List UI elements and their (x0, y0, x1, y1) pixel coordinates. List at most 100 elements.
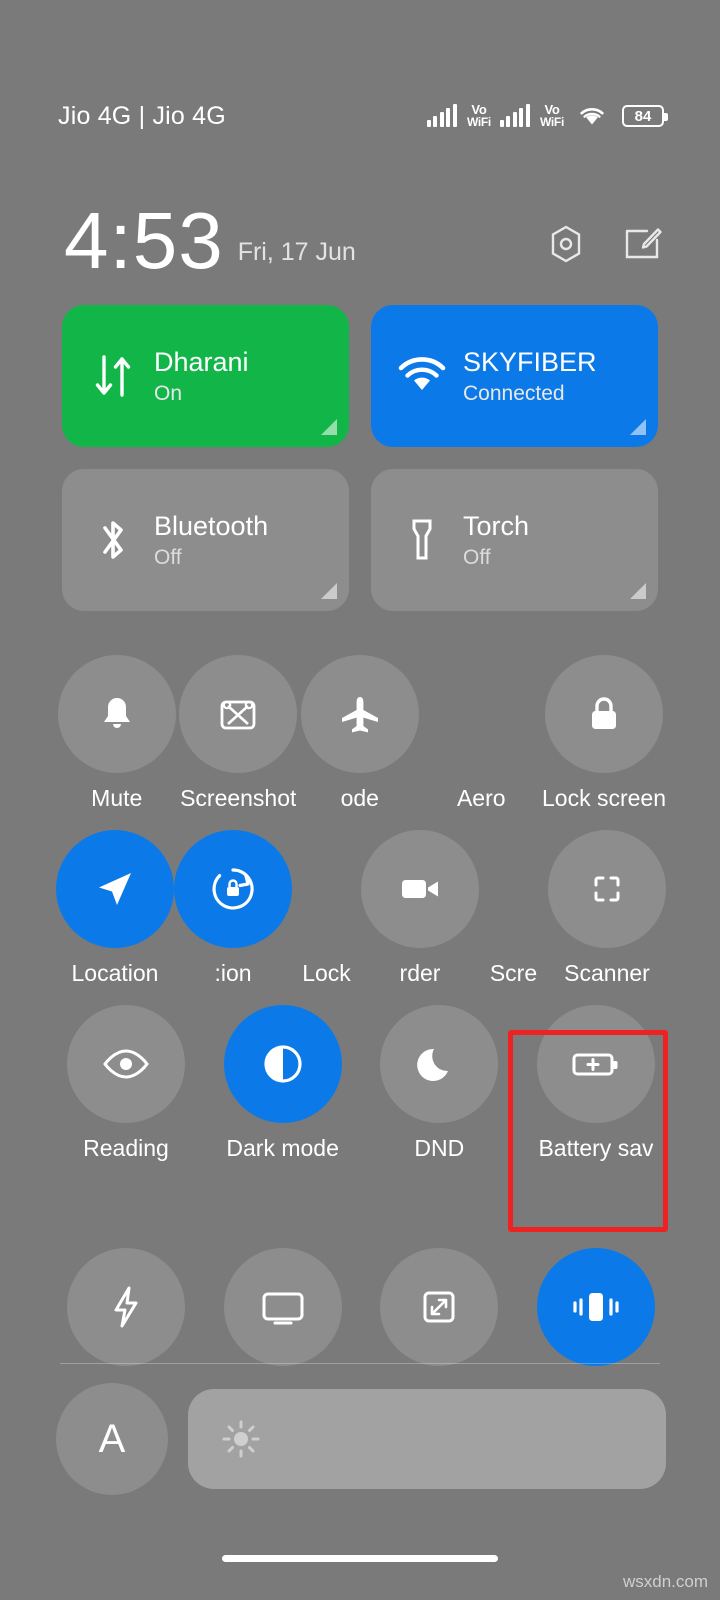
tile-title: SKYFIBER (463, 347, 597, 378)
volte-icon: Vo WiFi (466, 103, 491, 129)
toggle-label: ode (340, 785, 379, 811)
tile-subtitle: Off (463, 545, 491, 569)
toggle-label: Lock screen (542, 785, 667, 811)
clock-date: Fri, 17 Jun (237, 238, 356, 266)
toggle-label: Aero (456, 785, 506, 811)
toggle-partial-label-aero: Aero (421, 655, 543, 812)
auto-brightness-label: A (98, 1416, 126, 1461)
toggle-mute[interactable]: Mute (56, 655, 178, 812)
status-bar: Jio 4G | Jio 4G Vo WiFi Vo WiFi 84 (0, 96, 720, 136)
flashlight-icon (393, 514, 451, 566)
toggle-resize[interactable] (369, 1248, 509, 1366)
toggle-label: Dark mode (226, 1135, 339, 1161)
volte-bottom-label: WiFi (466, 115, 491, 129)
eye-icon (67, 1005, 185, 1123)
toggle-lock-screen[interactable]: Lock screen (542, 655, 666, 812)
toggle-lightning[interactable] (56, 1248, 196, 1366)
tile-subtitle: Off (154, 545, 182, 569)
toggle-screen-recorder[interactable]: rder (361, 830, 479, 987)
battery-plus-icon (536, 1005, 655, 1123)
sun-icon (220, 1418, 262, 1460)
wifi-icon (577, 105, 607, 127)
toggle-label: DND (414, 1135, 465, 1161)
tile-mobile-data[interactable]: Dharani On (62, 305, 349, 447)
toggle-row-secondary (56, 1248, 666, 1366)
lightning-icon (67, 1248, 185, 1366)
location-arrow-icon (56, 830, 174, 948)
toggle-label: Battery sav (538, 1135, 654, 1161)
tile-wifi[interactable]: SKYFIBER Connected (371, 305, 658, 447)
toggle-location[interactable]: Location (56, 830, 174, 987)
battery-percent-label: 84 (634, 107, 652, 125)
scan-frame-icon (548, 830, 666, 948)
toggle-label: Scre (489, 960, 538, 986)
lock-icon (545, 655, 663, 773)
big-tiles-group: Dharani On SKYFIBER Connected Bluetooth … (62, 305, 658, 611)
toggle-label: rder (399, 960, 441, 986)
volte-bottom-label: WiFi (539, 115, 564, 129)
bluetooth-icon (84, 514, 142, 566)
gear-icon[interactable] (544, 222, 588, 266)
vibrate-icon (536, 1248, 655, 1366)
expand-corner-icon[interactable] (630, 583, 646, 599)
watermark-label: wsxdn.com (622, 1572, 708, 1591)
airplane-icon (300, 655, 419, 773)
carrier-label: Jio 4G | Jio 4G (58, 101, 226, 130)
brightness-slider[interactable] (188, 1389, 666, 1489)
moon-icon (380, 1005, 499, 1123)
toggle-label: Reading (83, 1135, 169, 1161)
toggle-label: :ion (214, 960, 252, 986)
tile-torch[interactable]: Torch Off (371, 469, 658, 611)
tile-title: Dharani (154, 347, 249, 378)
quick-toggle-grid: Mute Screenshot ode Aero Lock screen Loc… (56, 655, 666, 1180)
edit-icon[interactable] (620, 222, 664, 266)
toggle-label: Lock (302, 960, 351, 986)
toggle-row: Location :ion Lock rder Scre Scanner (56, 830, 666, 987)
tile-subtitle: Connected (463, 381, 565, 405)
screenshot-icon (179, 655, 298, 773)
status-icons: Vo WiFi Vo WiFi 84 (426, 103, 668, 129)
battery-icon: 84 (622, 105, 668, 127)
clock-time: 4:53 (64, 196, 224, 286)
clock-actions (544, 222, 664, 266)
tile-title: Bluetooth (154, 511, 269, 542)
brightness-row: A (56, 1380, 666, 1498)
data-transfer-icon (84, 351, 142, 401)
home-indicator (222, 1555, 498, 1562)
toggle-row: Reading Dark mode DND Battery sav (56, 1005, 666, 1162)
tile-bluetooth[interactable]: Bluetooth Off (62, 469, 349, 611)
toggle-cast[interactable] (213, 1248, 353, 1366)
expand-corner-icon[interactable] (630, 419, 646, 435)
quick-settings-panel: Jio 4G | Jio 4G Vo WiFi Vo WiFi 84 4:53 … (0, 0, 720, 1600)
toggle-dark-mode[interactable]: Dark mode (213, 1005, 353, 1162)
rotation-lock-icon (174, 830, 292, 948)
signal-icon (426, 104, 457, 127)
signal-icon (499, 104, 530, 127)
expand-corner-icon[interactable] (321, 583, 337, 599)
clock-row: 4:53 Fri, 17 Jun (0, 182, 720, 286)
auto-brightness-button[interactable]: A (56, 1383, 168, 1495)
tile-title: Torch (463, 511, 530, 542)
wifi-icon (393, 354, 451, 398)
toggle-label: Location (71, 960, 159, 986)
toggle-row: Mute Screenshot ode Aero Lock screen (56, 655, 666, 812)
toggle-partial-label-lock: Lock (292, 830, 361, 987)
bell-icon (57, 655, 176, 773)
toggle-scanner[interactable]: Scanner (548, 830, 666, 987)
toggle-screenshot[interactable]: Screenshot (178, 655, 300, 812)
toggle-partial-label-screen: Scre (479, 830, 548, 987)
toggle-label: Scanner (564, 960, 650, 986)
toggle-reading-mode[interactable]: Reading (56, 1005, 196, 1162)
toggle-airplane-mode[interactable]: ode (299, 655, 421, 812)
toggle-vibrate[interactable] (526, 1248, 666, 1366)
toggle-label: Screenshot (180, 785, 297, 811)
expand-corner-icon[interactable] (321, 419, 337, 435)
toggle-battery-saver[interactable]: Battery sav (526, 1005, 666, 1162)
toggle-dnd[interactable]: DND (369, 1005, 509, 1162)
toggle-rotation-lock[interactable]: :ion (174, 830, 292, 987)
toggle-label: Mute (91, 785, 143, 811)
contrast-circle-icon (223, 1005, 342, 1123)
resize-icon (380, 1248, 499, 1366)
volte-icon: Vo WiFi (539, 103, 564, 129)
cast-screen-icon (223, 1248, 342, 1366)
